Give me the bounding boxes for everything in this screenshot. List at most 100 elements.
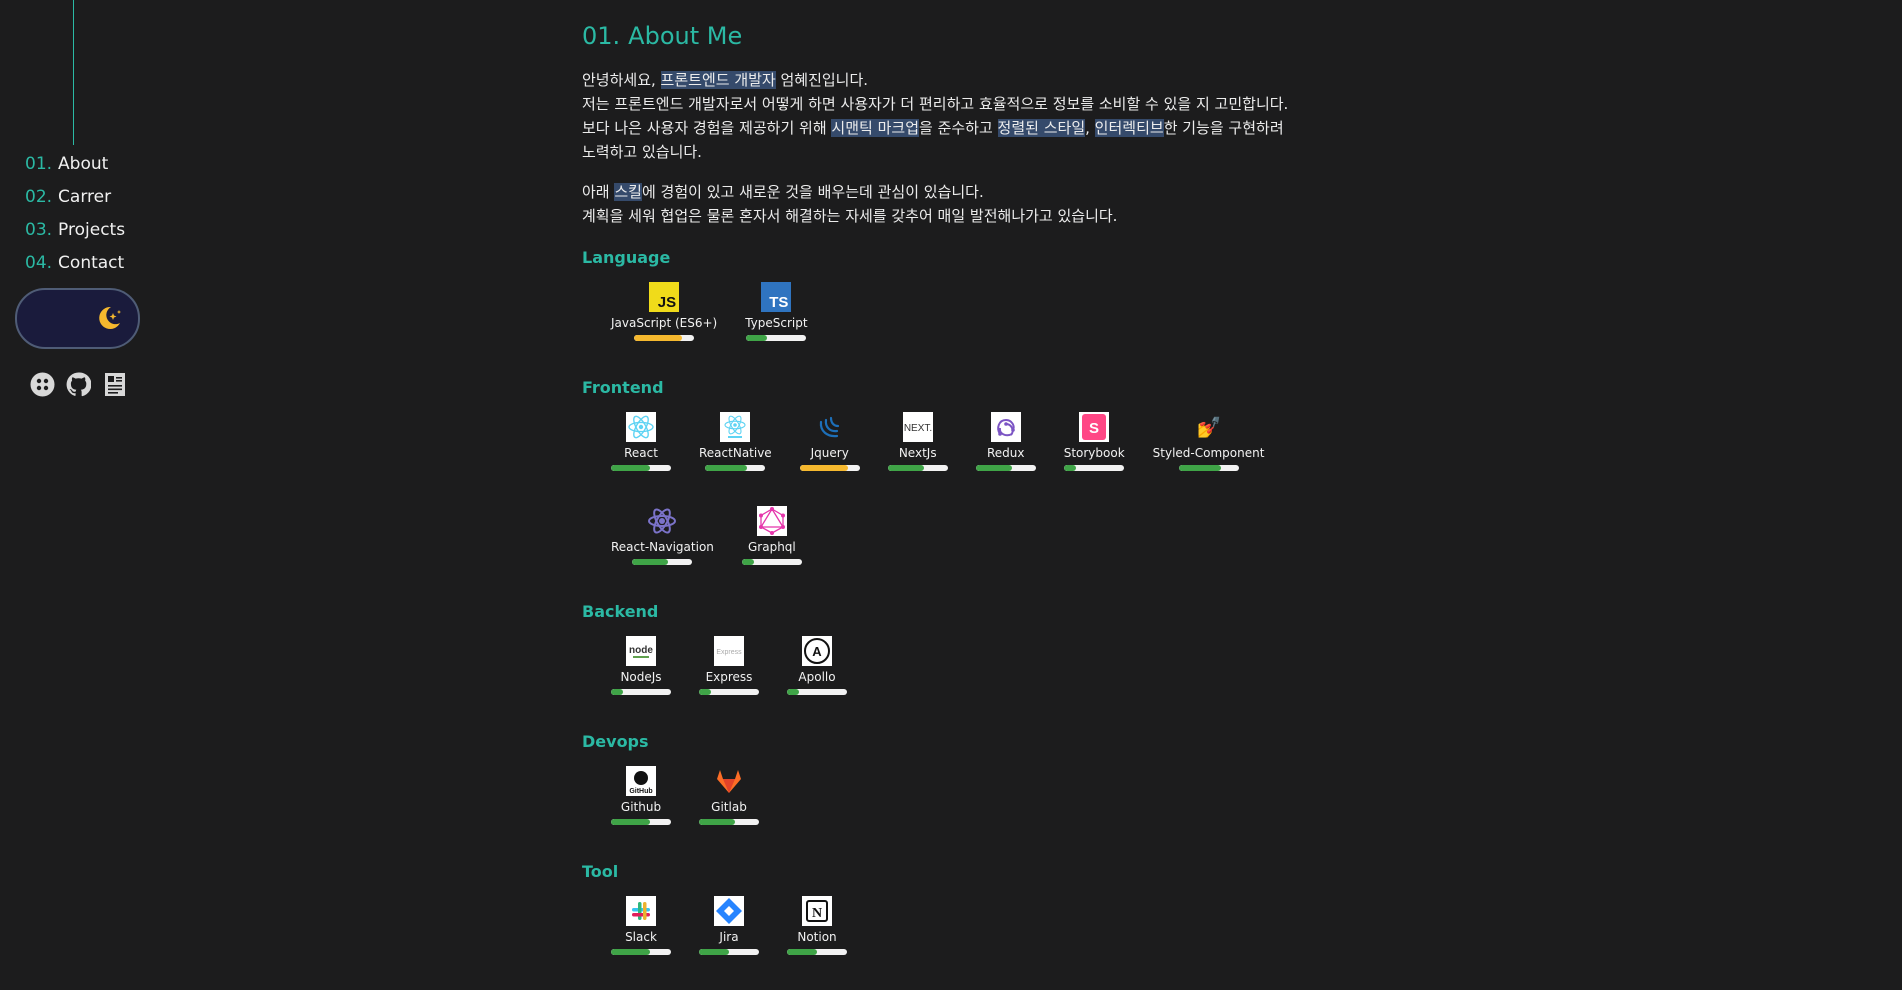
jquery-icon	[815, 412, 845, 442]
highlight-text: 프론트엔드 개발자	[660, 71, 776, 89]
skill-level-fill	[699, 949, 729, 955]
skill-list: GitHub Github Gitlab	[597, 766, 1302, 860]
skill-level-fill	[787, 689, 799, 695]
svg-text:💅: 💅	[1196, 415, 1221, 439]
skill-level-bar	[1178, 465, 1239, 471]
notion-icon: N	[802, 896, 832, 926]
skill-groups: Language JS JavaScript (ES6+) TS TypeScript F…	[582, 246, 1302, 990]
skill-group-title: Language	[582, 248, 671, 267]
skill-level-fill	[1064, 465, 1077, 471]
intro-text: 을 준수하고	[919, 119, 998, 137]
skill-name: React-Navigation	[611, 540, 714, 554]
svg-text:Express: Express	[716, 649, 742, 656]
resume-link[interactable]	[102, 372, 127, 397]
skills-text: 계획을 세워 협업은 물론 혼자서 해결하는 자세를 갖추어 매일 발전해나가고…	[582, 207, 1118, 225]
skill-level-fill	[699, 819, 735, 825]
skill-name: ReactNative	[699, 446, 772, 460]
storybook-icon: S	[1079, 412, 1110, 442]
section-number: 01.	[582, 22, 621, 50]
github-icon: GitHub	[626, 766, 656, 796]
skill-item: TS TypeScript	[731, 282, 821, 376]
section-title-text: About Me	[628, 22, 743, 50]
main-content: 01. About Me 안녕하세요, 프론트엔드 개발자 엄혜진입니다. 저는 …	[582, 22, 1302, 990]
skill-level-bar	[887, 465, 948, 471]
nav-item-projects[interactable]: 03. Projects	[25, 217, 125, 250]
skill-level-fill	[611, 465, 650, 471]
skill-name: TypeScript	[745, 316, 808, 330]
skill-item: NEXT. NextJs	[874, 412, 962, 506]
skill-level-fill	[634, 335, 683, 341]
skill-name: React	[624, 446, 658, 460]
github-link[interactable]	[66, 372, 91, 397]
skill-item: A Apollo	[773, 636, 861, 730]
skill-level-bar	[611, 949, 671, 955]
nav-item-about[interactable]: 01. About	[25, 151, 125, 184]
skill-level-bar	[611, 465, 671, 471]
moon-stars-icon	[99, 306, 121, 329]
skill-item: Express Express	[685, 636, 773, 730]
skill-level-fill	[611, 689, 623, 695]
resume-icon	[104, 373, 125, 396]
redux-icon	[990, 412, 1021, 442]
skill-item: S Storybook	[1050, 412, 1139, 506]
nav-item-career[interactable]: 02. Carrer	[25, 184, 125, 217]
skill-level-bar	[699, 689, 759, 695]
skill-level-bar	[611, 689, 671, 695]
intro-text: 저는 프론트엔드 개발자로서 어떻게 하면 사용자가 더 편리하고 효율적으로 …	[582, 95, 1289, 113]
github-icon	[66, 372, 91, 397]
skill-name: Apollo	[798, 670, 836, 684]
express-icon: Express	[714, 636, 744, 666]
gitlab-icon	[714, 766, 744, 796]
skill-level-bar	[799, 465, 860, 471]
skill-level-fill	[611, 949, 650, 955]
styled-components-icon: 💅	[1194, 412, 1224, 442]
svg-text:S: S	[1089, 420, 1099, 437]
highlight-text: 정렬된 스타일	[997, 119, 1086, 137]
section-title: 01. About Me	[582, 22, 1302, 54]
highlight-text: 스킬	[614, 183, 642, 201]
skill-item: node NodeJs	[597, 636, 685, 730]
skill-level-bar	[741, 559, 802, 565]
typescript-icon: TS	[761, 282, 792, 312]
skill-name: JavaScript (ES6+)	[611, 316, 718, 330]
react-navigation-icon	[647, 506, 677, 536]
skill-group-title: Devops	[582, 732, 649, 751]
intro-text: 한 기능을 구현하려	[1163, 119, 1284, 137]
svg-text:node: node	[629, 645, 653, 656]
skill-level-fill	[746, 335, 768, 341]
skill-item: JS JavaScript (ES6+)	[597, 282, 731, 376]
skill-item: Jira	[685, 896, 773, 990]
skill-level-bar	[787, 949, 847, 955]
skill-name: Graphql	[748, 540, 796, 554]
dots-link[interactable]	[30, 372, 55, 397]
skill-item: React-Navigation	[597, 506, 728, 600]
skill-level-bar	[975, 465, 1036, 471]
react-native-icon	[720, 412, 751, 442]
apollo-icon: A	[802, 636, 832, 666]
nav-label: About	[58, 154, 109, 174]
skill-list: React ReactNative Jquery NEXT. NextJs Redux S S…	[597, 412, 1302, 600]
highlight-text: 인터렉티브	[1094, 119, 1164, 137]
skill-item: N Notion	[773, 896, 861, 990]
skill-list: Slack Jira N Notion	[597, 896, 1302, 990]
theme-toggle[interactable]	[15, 288, 140, 349]
nodejs-icon: node	[626, 636, 656, 666]
skill-group-title: Backend	[582, 602, 659, 621]
skill-level-fill	[705, 465, 748, 471]
skill-list: JS JavaScript (ES6+) TS TypeScript	[597, 282, 1302, 376]
skill-level-fill	[975, 465, 1012, 471]
social-links	[30, 372, 127, 397]
skill-group-title: Frontend	[582, 378, 664, 397]
nav-item-contact[interactable]: 04. Contact	[25, 250, 125, 283]
skill-item: Slack	[597, 896, 685, 990]
skill-group-title: Tool	[582, 862, 619, 881]
skill-item: ReactNative	[685, 412, 786, 506]
skill-level-fill	[799, 465, 848, 471]
skill-level-bar	[699, 819, 759, 825]
skills-text: 아래	[582, 183, 615, 201]
skills-text: 에 경험이 있고 새로운 것을 배우는데 관심이 있습니다.	[641, 183, 984, 201]
intro-text: 노력하고 있습니다.	[582, 143, 702, 161]
skill-name: Storybook	[1063, 446, 1125, 460]
nav-number: 01.	[25, 154, 53, 174]
nav-label: Carrer	[58, 187, 112, 207]
